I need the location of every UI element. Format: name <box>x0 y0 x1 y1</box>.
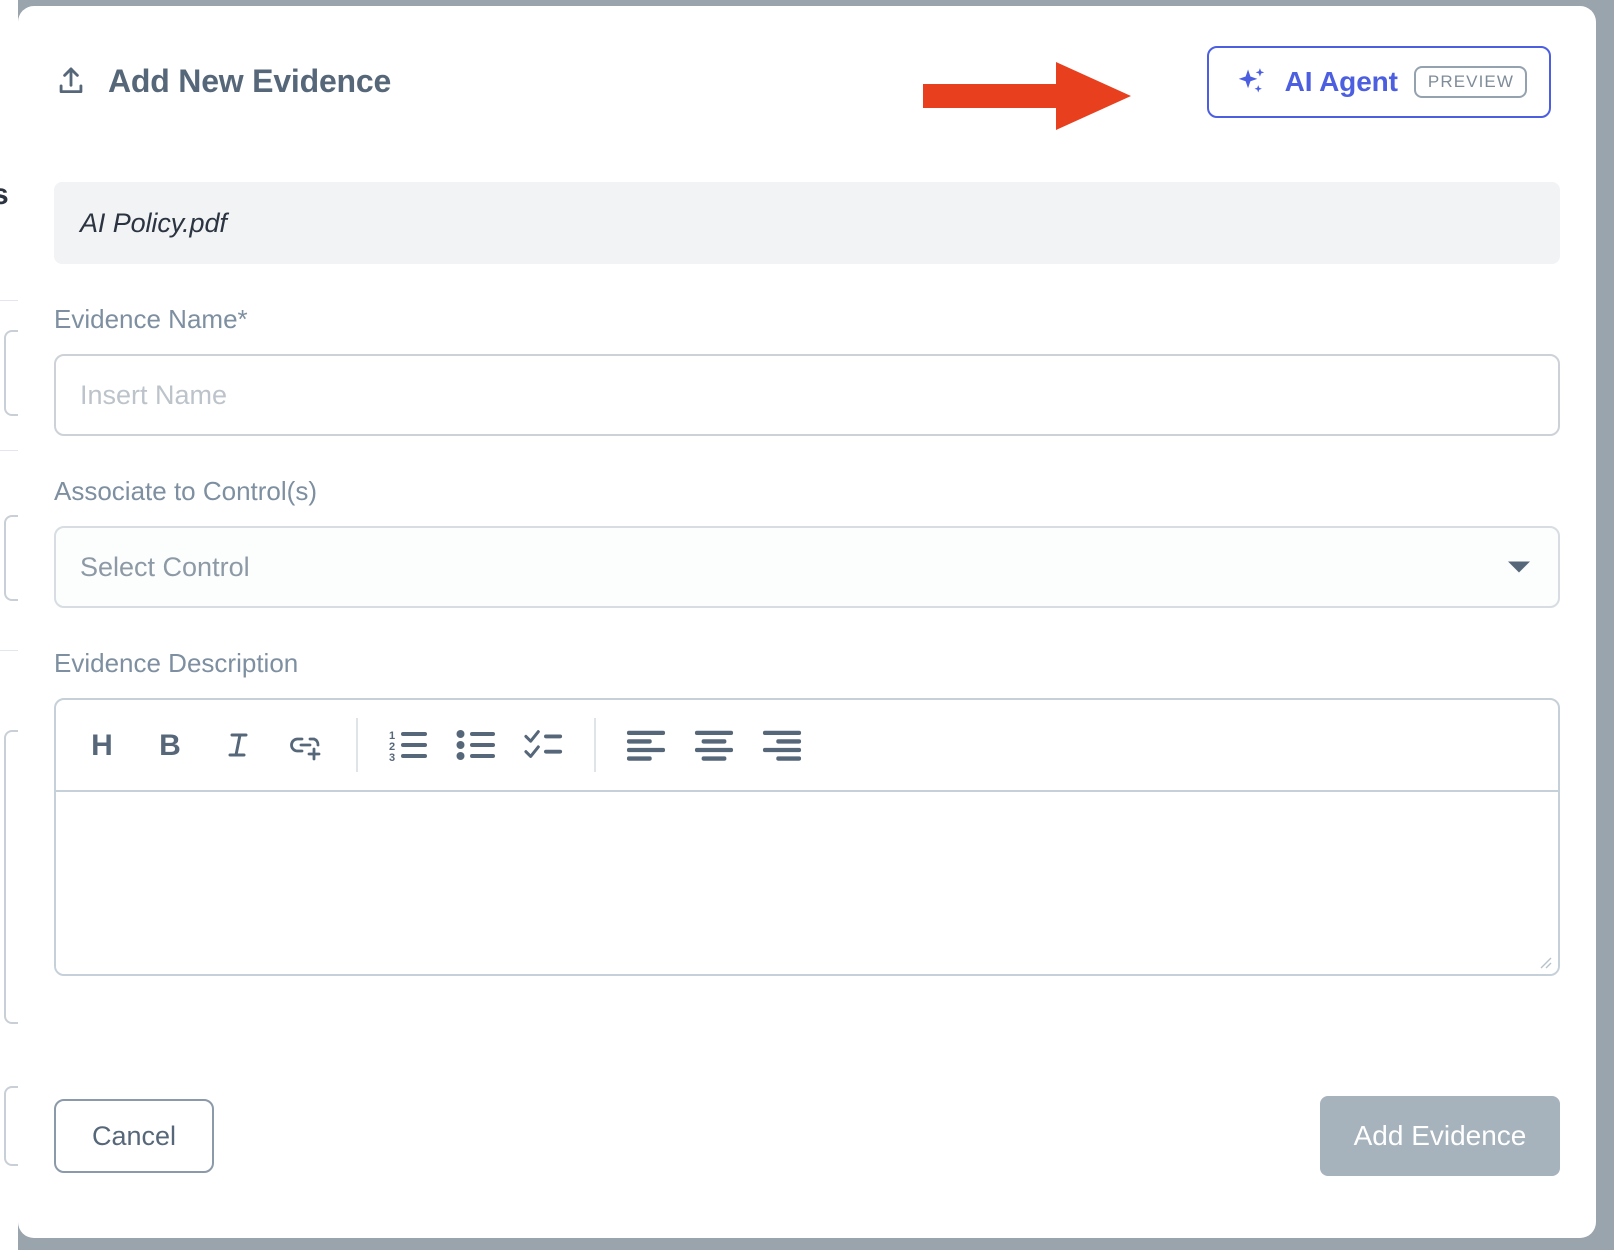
ai-agent-label: AI Agent <box>1285 68 1398 96</box>
modal-header: Add New Evidence AI Agent PREVIEW <box>18 6 1596 158</box>
svg-text:H: H <box>91 729 113 761</box>
red-arrow-annotation <box>923 58 1131 134</box>
background-page-sliver: s <box>0 0 18 1250</box>
uploaded-file-row: AI Policy.pdf <box>54 182 1560 264</box>
svg-text:B: B <box>159 729 181 761</box>
upload-icon <box>54 64 88 98</box>
associate-controls-label: Associate to Control(s) <box>54 478 1560 504</box>
screen-root: s Add New Evidence <box>0 0 1614 1250</box>
bullet-list-icon[interactable] <box>456 724 496 766</box>
toolbar-separator <box>594 718 596 772</box>
evidence-description-textarea[interactable] <box>56 792 1558 974</box>
italic-icon[interactable] <box>218 724 258 766</box>
evidence-name-field-block: Evidence Name* <box>54 306 1560 436</box>
evidence-name-input[interactable] <box>54 354 1560 436</box>
resize-handle[interactable] <box>1536 953 1552 969</box>
add-link-icon[interactable] <box>286 724 326 766</box>
heading-icon[interactable]: H <box>82 724 122 766</box>
preview-badge: PREVIEW <box>1414 66 1527 98</box>
ordered-list-icon[interactable]: 1 2 3 <box>388 724 428 766</box>
align-center-icon[interactable] <box>694 724 734 766</box>
align-right-icon[interactable] <box>762 724 802 766</box>
align-left-icon[interactable] <box>626 724 666 766</box>
background-editor-ghost <box>4 730 18 1024</box>
evidence-name-label: Evidence Name* <box>54 306 1560 332</box>
add-evidence-button[interactable]: Add Evidence <box>1320 1096 1560 1176</box>
background-divider <box>0 450 18 451</box>
file-name: AI Policy.pdf <box>80 208 227 239</box>
ai-agent-button[interactable]: AI Agent PREVIEW <box>1207 46 1551 118</box>
chevron-down-icon <box>1508 562 1530 573</box>
select-control-dropdown[interactable]: Select Control <box>54 526 1560 608</box>
modal-footer: Cancel Add Evidence <box>54 1096 1560 1176</box>
rich-text-editor: H B <box>54 698 1560 976</box>
modal-title-group: Add New Evidence <box>54 64 391 98</box>
editor-toolbar: H B <box>56 700 1558 792</box>
svg-text:3: 3 <box>389 752 395 762</box>
check-list-icon[interactable] <box>524 724 564 766</box>
background-input-ghost <box>4 515 18 601</box>
background-divider <box>0 300 18 301</box>
associate-controls-field-block: Associate to Control(s) Select Control <box>54 478 1560 608</box>
background-ghost-text: s <box>0 178 9 212</box>
select-control-placeholder: Select Control <box>80 552 250 583</box>
toolbar-group-text: H B <box>82 724 326 766</box>
toolbar-separator <box>356 718 358 772</box>
background-divider <box>0 650 18 651</box>
cancel-button[interactable]: Cancel <box>54 1099 214 1173</box>
evidence-description-label: Evidence Description <box>54 650 1560 676</box>
background-button-ghost <box>4 1086 18 1166</box>
bold-icon[interactable]: B <box>150 724 190 766</box>
evidence-description-field-block: Evidence Description H <box>54 650 1560 976</box>
toolbar-group-align <box>626 724 802 766</box>
add-new-evidence-modal: Add New Evidence AI Agent PREVIEW <box>18 6 1596 1238</box>
sparkle-icon <box>1235 65 1269 99</box>
background-input-ghost <box>4 330 18 416</box>
page-title: Add New Evidence <box>108 65 391 97</box>
toolbar-group-lists: 1 2 3 <box>388 724 564 766</box>
modal-body: AI Policy.pdf Evidence Name* Associate t… <box>18 158 1596 1238</box>
